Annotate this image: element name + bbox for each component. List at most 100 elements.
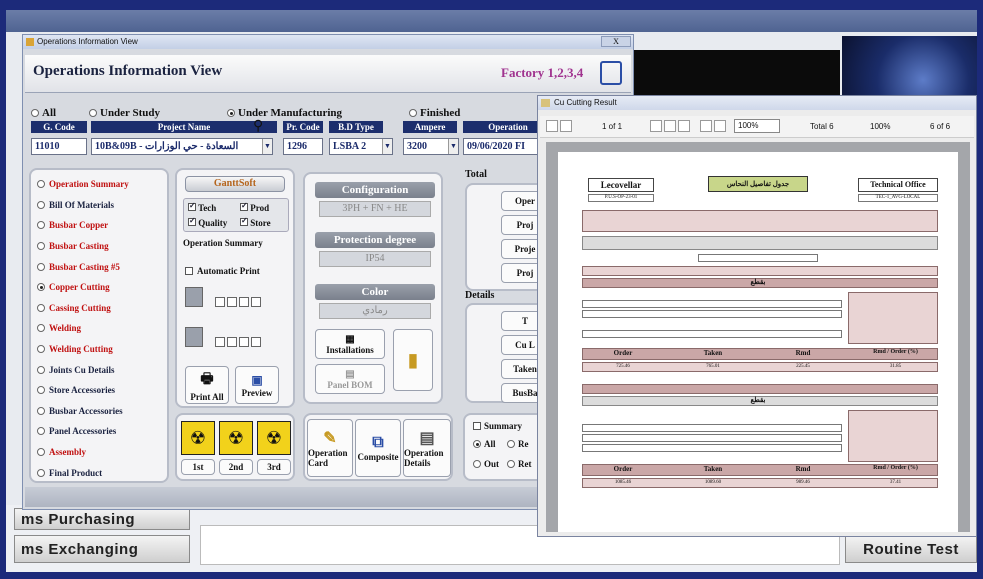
radio-dot: [37, 427, 45, 436]
chevron-down-icon[interactable]: ▼: [382, 139, 392, 154]
app-icon: [26, 38, 34, 46]
report-row: [582, 300, 842, 308]
radio-dot: [507, 440, 515, 448]
radio-dot: [37, 262, 45, 271]
summary-ret-radio[interactable]: Ret: [507, 459, 532, 469]
record-count: 6 of 6: [930, 122, 951, 131]
export-icon[interactable]: [700, 120, 712, 132]
nav-joints-cu-details[interactable]: Joints Cu Details: [37, 359, 161, 380]
prod-check[interactable]: Prod: [240, 201, 269, 213]
items-exchanging-button[interactable]: ms Exchanging: [14, 535, 190, 563]
automatic-print-check[interactable]: Automatic Print: [185, 266, 260, 276]
tools-button[interactable]: ▮: [393, 329, 433, 391]
chevron-down-icon[interactable]: ▼: [262, 139, 272, 154]
nav-busbar-casting-5[interactable]: Busbar Casting #5: [37, 256, 161, 277]
operations-nav-list: Operation Summary Bill Of Materials Busb…: [37, 174, 161, 483]
nav-cassing-cutting[interactable]: Cassing Cutting: [37, 298, 161, 319]
report-row: [582, 310, 842, 318]
print-all-button[interactable]: 🖶 Print All: [185, 366, 229, 404]
first-page-icon[interactable]: [546, 120, 558, 132]
footer-order-label: Order: [613, 349, 633, 357]
bd-type-value: LSBA 2: [333, 141, 367, 152]
background-app-titlebar: [6, 10, 977, 32]
nav-busbar-casting[interactable]: Busbar Casting: [37, 236, 161, 257]
nav-panel-accessories[interactable]: Panel Accessories: [37, 421, 161, 442]
grid-toggle[interactable]: [185, 287, 203, 307]
nav-busbar-copper[interactable]: Busbar Copper: [37, 215, 161, 236]
nav-bill-of-materials[interactable]: Bill Of Materials: [37, 195, 161, 216]
zoom-select[interactable]: 100%: [734, 119, 780, 133]
preview-icon: ▣: [251, 372, 263, 387]
stop-icon[interactable]: [678, 120, 690, 132]
routine-test-button[interactable]: Routine Test: [845, 535, 977, 563]
installations-button[interactable]: ▦ Installations: [315, 329, 385, 359]
nav-operation-summary[interactable]: Operation Summary: [37, 174, 161, 195]
prev-page-icon[interactable]: [560, 120, 572, 132]
ganttsoft-button[interactable]: GanttSoft: [185, 176, 285, 192]
stage-2nd-button[interactable]: ☢ 2nd: [219, 421, 255, 479]
grid-toggle[interactable]: [185, 327, 203, 347]
project-name-select[interactable]: 10B&09B - السعادة - حي الوزارات ▼: [91, 138, 273, 155]
summary-out-radio[interactable]: Out: [473, 459, 499, 469]
footer-rmd-value: 225.45: [796, 364, 810, 369]
operation-details-button[interactable]: ▤ Operation Details: [403, 419, 451, 477]
summary-check[interactable]: Summary: [473, 421, 522, 431]
ampere-select[interactable]: 3200 ▼: [403, 138, 459, 155]
close-button[interactable]: X: [601, 36, 631, 47]
ops-window-title: Operations Information View: [37, 37, 138, 46]
pr-code-field[interactable]: 1296: [283, 138, 323, 155]
factory-switch-icon[interactable]: [600, 61, 622, 85]
quality-check[interactable]: Quality: [188, 216, 227, 228]
filter-finished-radio[interactable]: Finished: [409, 107, 460, 119]
radio-dot: [37, 221, 45, 230]
filter-under-manufacturing-radio[interactable]: Under Manufacturing: [227, 107, 342, 119]
nav-welding-cutting[interactable]: Welding Cutting: [37, 339, 161, 360]
print-icon[interactable]: [714, 120, 726, 132]
last-page-icon[interactable]: [664, 120, 676, 132]
nav-store-accessories[interactable]: Store Accessories: [37, 380, 161, 401]
next-page-icon[interactable]: [650, 120, 662, 132]
column-header-pr-code: Pr. Code: [283, 121, 323, 133]
report-right-header: Technical Office: [858, 178, 938, 192]
stage-checkboxes[interactable]: [215, 337, 261, 347]
items-purchasing-button[interactable]: ms Purchasing: [14, 508, 190, 530]
project-name-value: 10B&09B - السعادة - حي الوزارات: [95, 141, 239, 152]
search-icon[interactable]: ⚲: [253, 118, 263, 135]
bd-type-select[interactable]: LSBA 2 ▼: [329, 138, 393, 155]
department-checks: Tech Prod Quality Store: [183, 198, 289, 232]
stage-1st-button[interactable]: ☢ 1st: [181, 421, 217, 479]
tech-check[interactable]: Tech: [188, 201, 216, 213]
footer-taken-label: Taken: [703, 349, 723, 357]
preview-button[interactable]: ▣ Preview: [235, 366, 279, 404]
report-buttons-panel: ✎ Operation Card ⧉ Composite ▤ Operation…: [303, 413, 453, 481]
nav-welding[interactable]: Welding: [37, 318, 161, 339]
filter-all-radio[interactable]: All: [31, 107, 56, 119]
report-right-block-1: [848, 292, 938, 344]
nav-assembly[interactable]: Assembly: [37, 442, 161, 463]
ampere-value: 3200: [407, 141, 427, 152]
report-right-block-2: [848, 410, 938, 462]
report-section-label-2: بقطع: [750, 396, 766, 404]
checkbox: [188, 216, 196, 226]
report-row: [582, 266, 938, 276]
operation-card-button[interactable]: ✎ Operation Card: [307, 419, 353, 477]
background-dark-panel: [615, 50, 840, 98]
summary-re-radio[interactable]: Re: [507, 439, 529, 449]
summary-all-radio[interactable]: All: [473, 439, 496, 449]
nav-final-product[interactable]: Final Product: [37, 462, 161, 483]
radio-dot: [37, 406, 45, 415]
panel-bom-button[interactable]: ▤ Panel BOM: [315, 364, 385, 394]
report-row: [582, 444, 842, 452]
stage-checkboxes[interactable]: [215, 297, 261, 307]
filter-under-study-radio[interactable]: Under Study: [89, 107, 160, 119]
card-icon: ✎: [323, 430, 337, 447]
store-check[interactable]: Store: [240, 216, 271, 228]
chevron-down-icon[interactable]: ▼: [448, 139, 458, 154]
nav-busbar-accessories[interactable]: Busbar Accessories: [37, 401, 161, 422]
nav-copper-cutting[interactable]: Copper Cutting: [37, 277, 161, 298]
stage-3rd-button[interactable]: ☢ 3rd: [257, 421, 293, 479]
g-code-field[interactable]: 11010: [31, 138, 87, 155]
footer-rmd-order-label: Rmd / Order (%): [873, 349, 918, 355]
stage-panel: ☢ 1st ☢ 2nd ☢ 3rd: [175, 413, 295, 481]
composite-button[interactable]: ⧉ Composite: [355, 419, 401, 477]
